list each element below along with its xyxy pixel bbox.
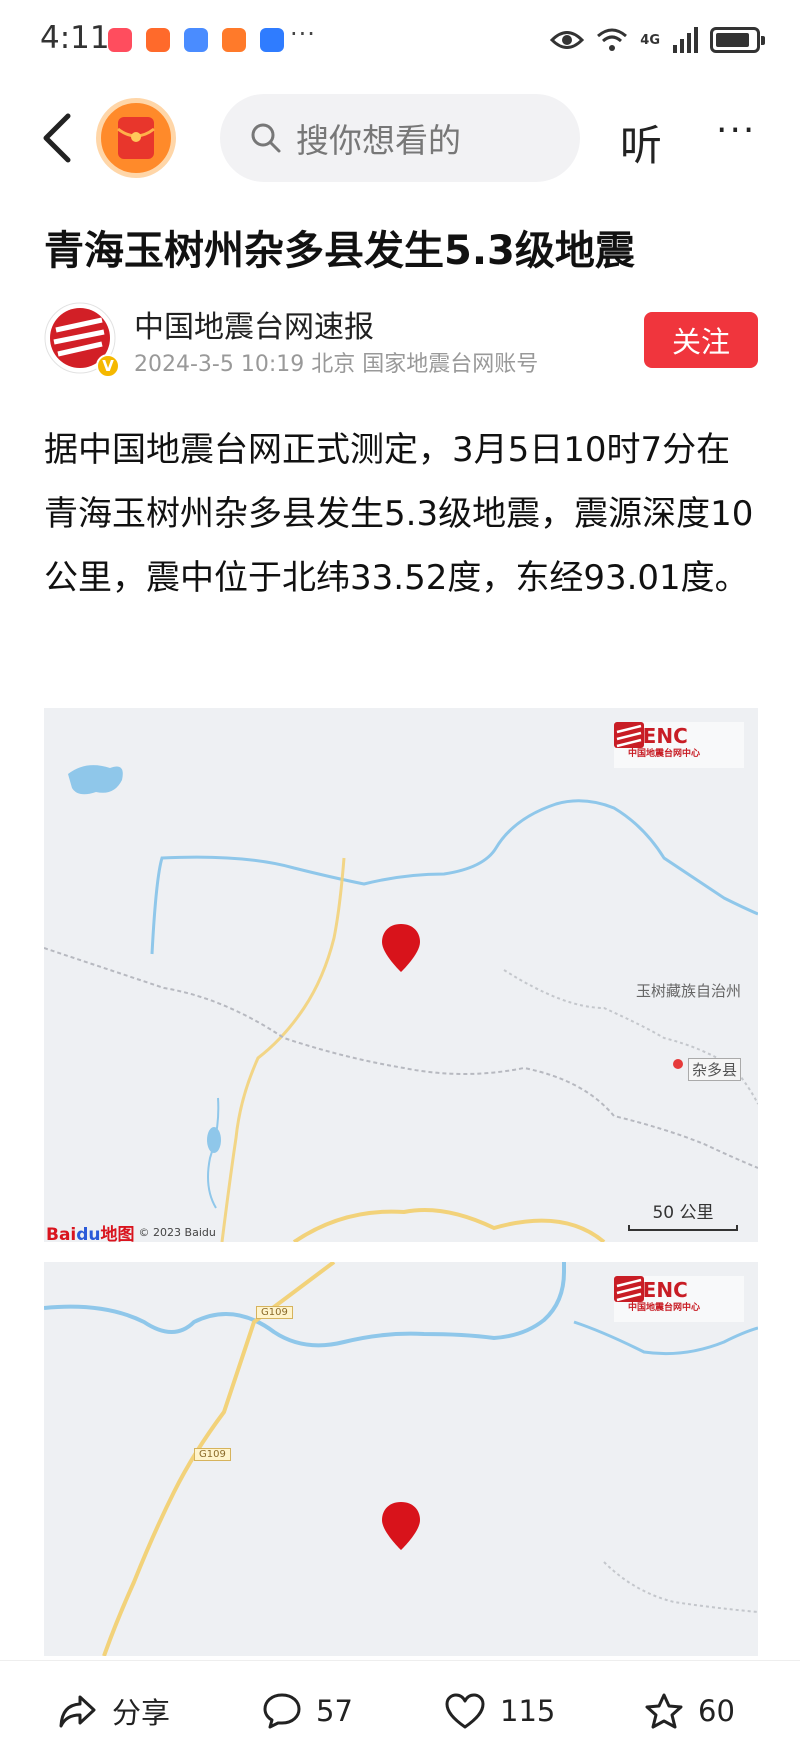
signal-icon	[673, 27, 698, 53]
author-avatar[interactable]: V	[44, 302, 120, 378]
back-button[interactable]	[38, 112, 78, 164]
map1-terrain	[44, 765, 758, 1242]
red-envelope-icon	[117, 117, 155, 159]
battery-icon	[710, 27, 765, 53]
article-title: 青海玉树州杂多县发生5.3级地震	[44, 228, 635, 274]
search-placeholder: 搜你想看的	[296, 121, 461, 160]
comment-button[interactable]: 57	[262, 1687, 353, 1735]
top-nav-bar: 搜你想看的 听 ···	[0, 88, 800, 188]
app-logo[interactable]	[96, 98, 176, 178]
baidu-logo: Baidu地图	[46, 1225, 135, 1242]
favorite-count: 60	[698, 1694, 735, 1728]
status-icons: 4G	[550, 24, 765, 56]
author-meta: 2024-3-5 10:19 北京 国家地震台网账号	[134, 352, 539, 377]
road-label-middle: G109	[194, 1448, 231, 1461]
share-button[interactable]: 分享	[58, 1687, 170, 1735]
listen-button[interactable]: 听	[620, 112, 662, 173]
share-label: 分享	[112, 1696, 171, 1730]
earthquake-map-overview[interactable]: CENC 中国地震台网中心 玉树藏族自治州 杂多县 50 公里 Baidu地图 …	[44, 708, 758, 1242]
comment-icon	[263, 1693, 301, 1729]
notification-icon-music	[184, 28, 208, 52]
like-count: 115	[500, 1694, 556, 1728]
wifi-icon	[597, 28, 628, 51]
star-icon	[645, 1693, 683, 1729]
epicenter-pin-detail	[382, 1502, 420, 1550]
notification-icon-apps	[146, 28, 170, 52]
notification-icon-shop	[108, 28, 132, 52]
search-input[interactable]: 搜你想看的	[220, 94, 580, 182]
follow-button[interactable]: 关注	[644, 312, 758, 368]
notification-icon-health	[222, 28, 246, 52]
cenc-logo-icon	[614, 722, 644, 748]
notification-icon-upload	[260, 28, 284, 52]
more-notifications-icon: ···	[290, 20, 316, 48]
map-county-label: 杂多县	[688, 1058, 742, 1081]
status-time: 4:11	[40, 20, 110, 56]
map-region-label: 玉树藏族自治州	[636, 982, 742, 1000]
map-scale: 50 公里	[628, 1198, 738, 1231]
map-copyright-text: © 2023 Baidu	[138, 1226, 216, 1239]
status-bar: 4:11 ··· 4G	[0, 0, 800, 80]
favorite-button[interactable]: 60	[644, 1687, 735, 1735]
cenc-watermark-2: CENC 中国地震台网中心	[614, 1276, 744, 1322]
share-icon	[59, 1695, 96, 1728]
article-body: 据中国地震台网正式测定，3月5日10时7分在青海玉树州杂多县发生5.3级地震，震…	[44, 430, 754, 598]
epicenter-pin	[382, 924, 420, 972]
map-scale-label: 50 公里	[652, 1203, 714, 1223]
heart-icon	[445, 1693, 485, 1729]
earthquake-map-detail[interactable]: G109 G109 CENC 中国地震台网中心	[44, 1262, 758, 1656]
search-icon	[251, 123, 281, 153]
cenc-logo-icon	[614, 1276, 644, 1302]
eye-icon	[550, 31, 585, 49]
map-attribution: Baidu地图 © 2023 Baidu	[46, 1220, 216, 1242]
more-options-button[interactable]: ···	[716, 110, 756, 151]
bottom-action-bar: 分享 57 115 60	[0, 1660, 800, 1759]
cenc-watermark: CENC 中国地震台网中心	[614, 722, 744, 768]
author-name[interactable]: 中国地震台网速报	[134, 302, 374, 346]
network-type: 4G	[640, 32, 660, 48]
verified-badge: V	[96, 354, 120, 378]
comment-count: 57	[316, 1694, 353, 1728]
road-label-top: G109	[256, 1306, 293, 1319]
like-button[interactable]: 115	[444, 1687, 555, 1735]
